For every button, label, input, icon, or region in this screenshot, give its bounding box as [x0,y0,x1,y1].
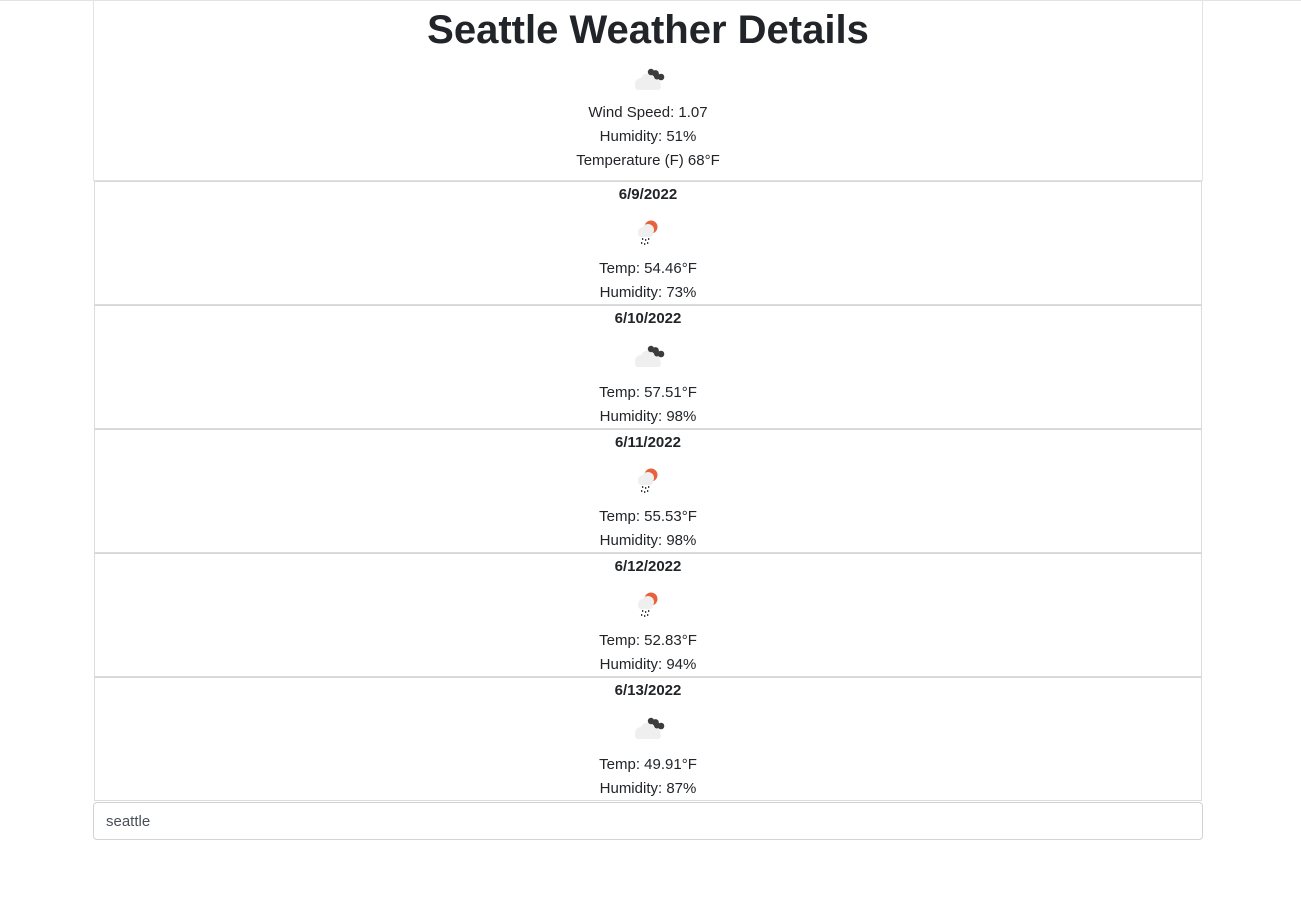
forecast-humidity: Humidity: 73% [599,284,697,301]
forecast-card: 6/12/2022 Temp: 52.83°F Humidity: 94% [94,553,1202,677]
forecast-temp: Temp: 52.83°F [599,632,697,649]
forecast-humidity: Humidity: 98% [599,532,697,549]
forecast-humidity: Humidity: 94% [599,656,697,673]
wind-speed-text: Wind Speed: 1.07 [588,104,708,121]
forecast-humidity: Humidity: 98% [599,408,697,425]
current-weather-card: Seattle Weather Details Wind Speed: 1.07… [93,1,1203,181]
forecast-date: 6/9/2022 [618,186,678,203]
clouds-icon [635,68,665,90]
rain-sun-icon [638,220,658,245]
rain-sun-icon [638,468,658,493]
forecast-temp: Temp: 55.53°F [599,508,697,525]
current-weather-icon-wrap [94,57,1202,101]
humidity-text: Humidity: 51% [599,128,697,145]
forecast-date: 6/12/2022 [614,558,682,575]
forecast-temp: Temp: 49.91°F [599,756,697,773]
clouds-icon [635,717,665,739]
forecast-icon-wrap [95,455,1201,505]
forecast-date: 6/13/2022 [614,682,682,699]
forecast-icon-wrap [95,207,1201,257]
page-title: Seattle Weather Details [427,8,869,52]
forecast-date: 6/10/2022 [614,310,682,327]
forecast-icon-wrap [95,579,1201,629]
forecast-card: 6/9/2022 Temp: 54.46°F Humidity: 73% [94,181,1202,305]
forecast-temp: Temp: 57.51°F [599,384,697,401]
forecast-date: 6/11/2022 [615,434,681,451]
rain-sun-icon [638,592,658,617]
forecast-card: 6/10/2022 Temp: 57.51°F Humidity: 98% [94,305,1202,429]
clouds-icon [635,345,665,367]
forecast-card: 6/13/2022 Temp: 49.91°F Humidity: 87% [94,677,1202,801]
forecast-temp: Temp: 54.46°F [599,260,697,277]
forecast-icon-wrap [95,331,1201,381]
forecast-icon-wrap [95,703,1201,753]
forecast-card: 6/11/2022 Temp: 55.53°F Humidity: 98% [94,429,1202,553]
weather-container: Seattle Weather Details Wind Speed: 1.07… [93,1,1203,840]
city-search-input[interactable] [93,802,1203,840]
temperature-text: Temperature (F) 68°F [576,152,720,169]
forecast-humidity: Humidity: 87% [599,780,697,797]
